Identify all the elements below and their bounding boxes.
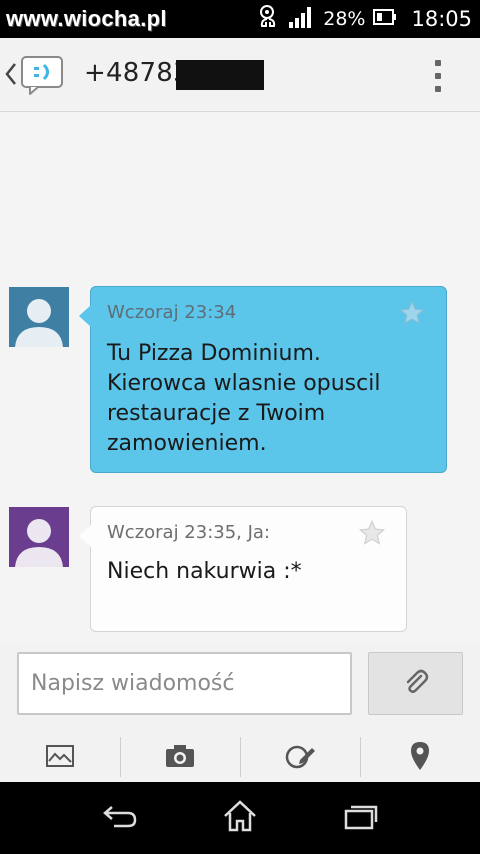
battery-icon	[373, 8, 397, 30]
home-icon	[222, 799, 258, 837]
conversation-list[interactable]: Wczoraj 23:34 Tu Pizza Dominium. Kierowc…	[0, 113, 480, 643]
paperclip-icon	[401, 667, 431, 701]
message-input[interactable]: Napisz wiadomość	[17, 652, 352, 715]
message-outgoing[interactable]: Wczoraj 23:35, Ja: Niech nakurwia :*	[79, 506, 407, 632]
message-text: Tu Pizza Dominium. Kierowca wlasnie opus…	[107, 341, 381, 456]
location-pin-icon	[409, 740, 431, 776]
back-icon	[102, 803, 138, 833]
back-button[interactable]	[98, 798, 142, 838]
attach-button[interactable]	[368, 652, 463, 715]
message-timestamp: Wczoraj 23:34	[107, 302, 237, 323]
star-icon[interactable]	[358, 519, 386, 551]
battery-percent: 28%	[323, 8, 366, 30]
attach-location-button[interactable]	[360, 733, 480, 782]
overflow-menu-icon[interactable]	[428, 58, 448, 94]
action-bar: +487838	[0, 38, 480, 112]
star-icon[interactable]	[398, 299, 426, 331]
attach-sketch-button[interactable]	[240, 733, 360, 782]
headset-icon	[257, 4, 281, 34]
chevron-left-icon[interactable]	[4, 60, 18, 92]
attach-image-button[interactable]	[0, 733, 120, 782]
message-incoming[interactable]: Wczoraj 23:34 Tu Pizza Dominium. Kierowc…	[79, 286, 447, 473]
message-text: Niech nakurwia :*	[107, 559, 302, 584]
attachment-toolbar	[0, 733, 480, 782]
bubble-tail	[79, 305, 91, 327]
compose-area: Napisz wiadomość	[0, 643, 480, 733]
messaging-icon[interactable]	[20, 55, 66, 99]
avatar[interactable]	[9, 287, 69, 347]
camera-icon	[164, 743, 196, 773]
bubble-tail	[79, 525, 91, 547]
recent-apps-button[interactable]	[338, 798, 382, 838]
watermark: www.wiocha.pl	[6, 6, 167, 31]
image-icon	[45, 744, 75, 772]
status-icons: 28% 18:05	[257, 0, 472, 38]
status-bar: www.wiocha.pl 28% 18:05	[0, 0, 480, 38]
attach-camera-button[interactable]	[120, 733, 240, 782]
clock: 18:05	[411, 7, 472, 31]
message-timestamp: Wczoraj 23:35, Ja:	[107, 522, 271, 543]
sketch-icon	[284, 742, 316, 774]
home-button[interactable]	[218, 798, 262, 838]
navigation-bar	[0, 782, 480, 854]
message-input-placeholder: Napisz wiadomość	[31, 671, 235, 696]
avatar[interactable]	[9, 507, 69, 567]
signal-icon	[289, 6, 315, 32]
redaction-bar	[176, 60, 264, 90]
recent-apps-icon	[342, 802, 378, 834]
